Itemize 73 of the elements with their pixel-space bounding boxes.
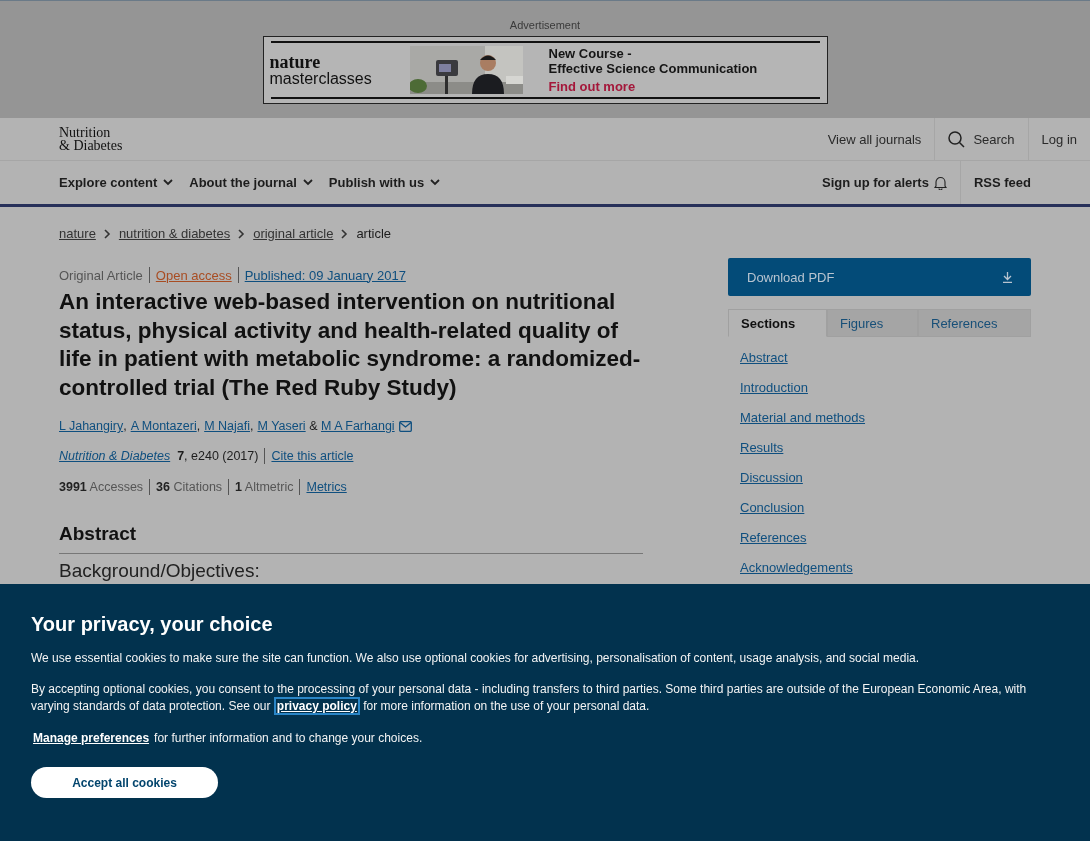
author-link[interactable]: M A Farhangi [320,419,395,433]
metrics-link[interactable]: Metrics [306,480,347,494]
download-icon [1003,271,1012,283]
author-link[interactable]: A Montazeri [130,419,197,433]
citation-pages: , e240 (2017) [184,449,259,463]
section-link[interactable]: Abstract [740,349,1031,367]
cookie-text: We use essential cookies to make sure the site can function. We also use optional cookies for advertising, personalisation of content, usage analysis, and social media. [31,650,921,667]
breadcrumb[interactable]: nature [59,226,96,241]
metric: 3991 Accesses [59,480,144,494]
section-link[interactable]: Discussion [740,469,1031,487]
sidebar-tab[interactable]: Sections [728,309,827,337]
open-access-link[interactable]: Open access [155,267,232,283]
article-type: Original Article [59,267,143,283]
article-title: An interactive web-based intervention on nutritional status, physical activity and health-related quality of life in patient with metabolic syndrome: a randomized-controlled trial (The Red Ruby Study) [59,288,642,402]
alerts-button[interactable]: Sign up for alerts [816,161,961,204]
brand-subtitle: masterclasses [269,71,373,87]
author-link[interactable]: L Jahangiry [59,419,124,433]
brand-name: nature [269,53,322,71]
section-link[interactable]: References [740,529,1031,547]
ad-headline: Effective Science Communication [548,61,758,76]
cite-link[interactable]: Cite this article [271,449,354,463]
chevron-right-icon [341,228,349,239]
header-link[interactable]: View all journals [814,118,935,160]
cookie-text: By accepting optional cookies, you consent to the processing of your personal data - including transfers to third parties. Some third parties are outside of the European Economic Area, with varying standards of data protection. See our privacy policy for more information on the use of your personal data. [31,681,1028,715]
mail-icon[interactable] [398,420,412,432]
chevron-down-icon [302,179,313,186]
chevron-right-icon [238,228,246,239]
header-link[interactable]: Log in [1027,118,1090,160]
bell-icon [933,175,947,190]
rss-link[interactable]: RSS feed [960,175,1031,190]
sidebar-tab[interactable]: References [918,309,1031,337]
ad-link[interactable]: Find out more [548,79,758,94]
comma: , [250,419,254,433]
advertisement-label: Advertisement [509,19,581,31]
nav-menu[interactable]: About the journal [189,175,313,190]
chevron-right-icon [103,228,111,239]
nav-menu[interactable]: Explore content [59,175,174,190]
ad-headline: New Course - [548,46,633,61]
journal-logo[interactable]: & Diabetes [59,139,123,152]
manage-text: for further information and to change your choices. [154,731,423,745]
author-link[interactable]: M Yaseri [257,419,306,433]
journal-link[interactable]: Nutrition & Diabetes [59,449,171,463]
breadcrumb[interactable]: nutrition & diabetes [118,226,231,241]
journal-logo[interactable]: Nutrition [59,126,123,139]
section-link[interactable]: Results [740,439,1031,457]
volume: 7 [177,449,185,463]
section-link[interactable]: Conclusion [740,499,1031,517]
breadcrumb[interactable]: original article [253,226,334,241]
nav-menu[interactable]: Publish with us [328,175,441,190]
section-link[interactable]: Material and methods [740,409,1031,427]
metric: 1 Altmetric [235,480,294,494]
privacy-policy-link[interactable]: privacy policy [273,697,360,715]
section-link[interactable]: Acknowledgements [740,559,1031,577]
download-pdf-button[interactable]: Download PDF [728,258,1031,296]
published-date-link[interactable]: Published: 09 January 2017 [244,267,406,283]
chevron-down-icon [163,179,174,186]
advert-banner[interactable]: nature masterclasses New Course - Effective Science Communication Find out more [262,36,828,104]
manage-preferences-link[interactable]: Manage preferences [33,731,150,745]
comma: , [123,419,127,433]
section-link[interactable]: Introduction [740,379,1031,397]
chevron-down-icon [430,179,441,186]
comma: , [196,419,201,433]
section-heading: Abstract [59,523,643,554]
banner-title: Your privacy, your choice [31,613,274,636]
sidebar-tab[interactable]: Figures [827,309,918,337]
accept-cookies-button[interactable]: Accept all cookies [31,767,218,798]
author-link[interactable]: M Najafi [204,419,250,433]
breadcrumb: article [356,226,392,241]
subheading: Background/Objectives: [59,560,261,582]
author-conjunction: & [308,419,319,433]
search-icon [948,130,966,148]
search-button[interactable]: Search [934,118,1028,160]
metric: 36 Citations [156,480,223,494]
